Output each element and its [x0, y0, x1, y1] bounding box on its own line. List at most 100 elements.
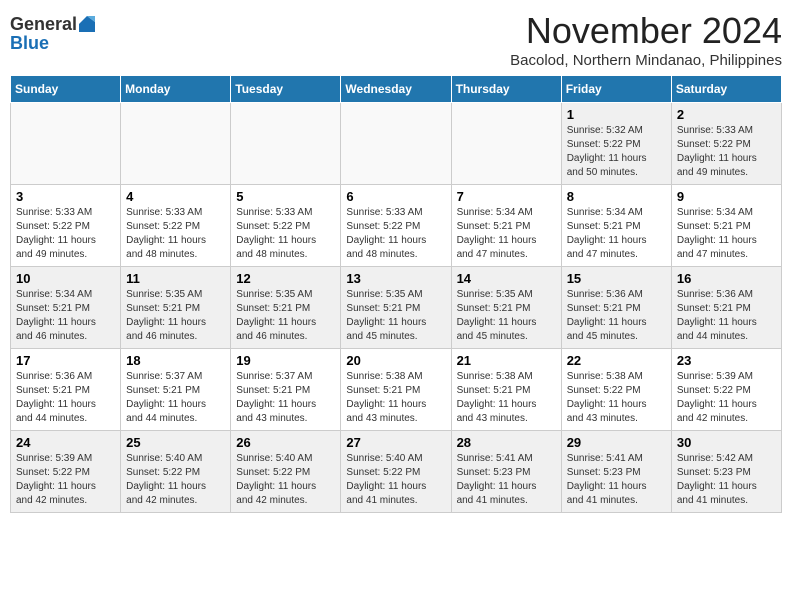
day-number: 3 [16, 189, 115, 204]
day-number: 26 [236, 435, 335, 450]
calendar-cell: 25Sunrise: 5:40 AM Sunset: 5:22 PM Dayli… [121, 431, 231, 513]
title-block: November 2024 Bacolod, Northern Mindanao… [510, 10, 782, 69]
calendar-cell: 19 Sunrise: 5:37 AM Sunset: 5:21 PM Dayli… [231, 349, 341, 431]
calendar-cell: 3 Sunrise: 5:33 AM Sunset: 5:22 PM Daylig… [11, 185, 121, 267]
day-info: Sunrise: 5:36 AM Sunset: 5:21 PM Dayligh… [677, 288, 776, 344]
day-info: Sunrise: 5:35 AM Sunset: 5:21 PM Dayligh… [346, 288, 445, 344]
day-info: Sunrise: 5:34 AM Sunset: 5:21 PM Dayligh… [677, 206, 776, 262]
day-info: Sunrise: 5:37 AM Sunset: 5:21 PM Dayligh… [126, 370, 225, 426]
day-number: 18 [126, 353, 225, 368]
calendar-cell: 7 Sunrise: 5:34 AM Sunset: 5:21 PM Daylig… [451, 185, 561, 267]
day-info: Sunrise: 5:39 AM Sunset: 5:22 PM Dayligh… [677, 370, 776, 426]
day-info: Sunrise: 5:33 AM Sunset: 5:22 PM Dayligh… [236, 206, 335, 262]
calendar-cell: 28Sunrise: 5:41 AM Sunset: 5:23 PM Dayli… [451, 431, 561, 513]
location-subtitle: Bacolod, Northern Mindanao, Philippines [510, 52, 782, 69]
day-number: 21 [457, 353, 556, 368]
calendar-cell: 16Sunrise: 5:36 AM Sunset: 5:21 PM Dayli… [671, 267, 781, 349]
calendar-week-2: 3 Sunrise: 5:33 AM Sunset: 5:22 PM Daylig… [11, 185, 782, 267]
day-info: Sunrise: 5:35 AM Sunset: 5:21 PM Dayligh… [236, 288, 335, 344]
day-number: 5 [236, 189, 335, 204]
header-day-thursday: Thursday [451, 76, 561, 103]
day-info: Sunrise: 5:38 AM Sunset: 5:22 PM Dayligh… [567, 370, 666, 426]
day-number: 20 [346, 353, 445, 368]
calendar-cell: 23 Sunrise: 5:39 AM Sunset: 5:22 PM Dayli… [671, 349, 781, 431]
day-info: Sunrise: 5:40 AM Sunset: 5:22 PM Dayligh… [236, 452, 335, 508]
day-info: Sunrise: 5:35 AM Sunset: 5:21 PM Dayligh… [457, 288, 556, 344]
logo-general-text: General [10, 15, 77, 33]
calendar-cell: 12 Sunrise: 5:35 AM Sunset: 5:21 PM Dayli… [231, 267, 341, 349]
calendar-body: 1Sunrise: 5:32 AM Sunset: 5:22 PM Daylig… [11, 103, 782, 513]
calendar-cell: 13 Sunrise: 5:35 AM Sunset: 5:21 PM Dayli… [341, 267, 451, 349]
header-row: SundayMondayTuesdayWednesdayThursdayFrid… [11, 76, 782, 103]
day-number: 19 [236, 353, 335, 368]
day-number: 28 [457, 435, 556, 450]
calendar-cell: 17Sunrise: 5:36 AM Sunset: 5:21 PM Dayli… [11, 349, 121, 431]
calendar-cell: 26 Sunrise: 5:40 AM Sunset: 5:22 PM Dayli… [231, 431, 341, 513]
day-info: Sunrise: 5:34 AM Sunset: 5:21 PM Dayligh… [567, 206, 666, 262]
day-info: Sunrise: 5:33 AM Sunset: 5:22 PM Dayligh… [126, 206, 225, 262]
day-number: 17 [16, 353, 115, 368]
calendar-cell [451, 103, 561, 185]
calendar-cell [341, 103, 451, 185]
calendar-cell: 2 Sunrise: 5:33 AM Sunset: 5:22 PM Daylig… [671, 103, 781, 185]
calendar-cell [11, 103, 121, 185]
day-number: 8 [567, 189, 666, 204]
calendar-cell [231, 103, 341, 185]
calendar-week-3: 10 Sunrise: 5:34 AM Sunset: 5:21 PM Dayli… [11, 267, 782, 349]
calendar-cell: 15Sunrise: 5:36 AM Sunset: 5:21 PM Dayli… [561, 267, 671, 349]
day-number: 22 [567, 353, 666, 368]
logo-icon [77, 14, 97, 34]
day-number: 4 [126, 189, 225, 204]
day-number: 9 [677, 189, 776, 204]
month-title: November 2024 [510, 10, 782, 52]
header-day-saturday: Saturday [671, 76, 781, 103]
calendar-cell: 8 Sunrise: 5:34 AM Sunset: 5:21 PM Daylig… [561, 185, 671, 267]
day-info: Sunrise: 5:34 AM Sunset: 5:21 PM Dayligh… [457, 206, 556, 262]
calendar-cell: 18 Sunrise: 5:37 AM Sunset: 5:21 PM Dayli… [121, 349, 231, 431]
calendar-table: SundayMondayTuesdayWednesdayThursdayFrid… [10, 75, 782, 513]
day-number: 14 [457, 271, 556, 286]
day-number: 7 [457, 189, 556, 204]
header-day-wednesday: Wednesday [341, 76, 451, 103]
day-number: 6 [346, 189, 445, 204]
logo-blue-text: Blue [10, 34, 49, 52]
calendar-header: SundayMondayTuesdayWednesdayThursdayFrid… [11, 76, 782, 103]
day-number: 23 [677, 353, 776, 368]
calendar-cell: 24Sunrise: 5:39 AM Sunset: 5:22 PM Dayli… [11, 431, 121, 513]
day-info: Sunrise: 5:38 AM Sunset: 5:21 PM Dayligh… [457, 370, 556, 426]
calendar-cell: 11Sunrise: 5:35 AM Sunset: 5:21 PM Dayli… [121, 267, 231, 349]
day-info: Sunrise: 5:38 AM Sunset: 5:21 PM Dayligh… [346, 370, 445, 426]
day-number: 12 [236, 271, 335, 286]
day-number: 13 [346, 271, 445, 286]
day-info: Sunrise: 5:35 AM Sunset: 5:21 PM Dayligh… [126, 288, 225, 344]
calendar-cell: 27Sunrise: 5:40 AM Sunset: 5:22 PM Dayli… [341, 431, 451, 513]
calendar-cell: 6Sunrise: 5:33 AM Sunset: 5:22 PM Daylig… [341, 185, 451, 267]
day-info: Sunrise: 5:33 AM Sunset: 5:22 PM Dayligh… [677, 124, 776, 180]
day-number: 29 [567, 435, 666, 450]
calendar-cell: 29 Sunrise: 5:41 AM Sunset: 5:23 PM Dayli… [561, 431, 671, 513]
calendar-cell [121, 103, 231, 185]
header-day-sunday: Sunday [11, 76, 121, 103]
day-number: 10 [16, 271, 115, 286]
calendar-cell: 20 Sunrise: 5:38 AM Sunset: 5:21 PM Dayli… [341, 349, 451, 431]
calendar-cell: 1Sunrise: 5:32 AM Sunset: 5:22 PM Daylig… [561, 103, 671, 185]
day-info: Sunrise: 5:34 AM Sunset: 5:21 PM Dayligh… [16, 288, 115, 344]
calendar-cell: 14 Sunrise: 5:35 AM Sunset: 5:21 PM Dayli… [451, 267, 561, 349]
calendar-cell: 30Sunrise: 5:42 AM Sunset: 5:23 PM Dayli… [671, 431, 781, 513]
calendar-week-1: 1Sunrise: 5:32 AM Sunset: 5:22 PM Daylig… [11, 103, 782, 185]
day-info: Sunrise: 5:40 AM Sunset: 5:22 PM Dayligh… [126, 452, 225, 508]
day-number: 24 [16, 435, 115, 450]
day-info: Sunrise: 5:41 AM Sunset: 5:23 PM Dayligh… [567, 452, 666, 508]
calendar-cell: 22 Sunrise: 5:38 AM Sunset: 5:22 PM Dayli… [561, 349, 671, 431]
header-day-monday: Monday [121, 76, 231, 103]
calendar-week-4: 17Sunrise: 5:36 AM Sunset: 5:21 PM Dayli… [11, 349, 782, 431]
calendar-week-5: 24Sunrise: 5:39 AM Sunset: 5:22 PM Dayli… [11, 431, 782, 513]
header-day-tuesday: Tuesday [231, 76, 341, 103]
day-number: 2 [677, 107, 776, 122]
day-info: Sunrise: 5:37 AM Sunset: 5:21 PM Dayligh… [236, 370, 335, 426]
day-number: 27 [346, 435, 445, 450]
logo: General Blue [10, 14, 97, 52]
day-info: Sunrise: 5:33 AM Sunset: 5:22 PM Dayligh… [16, 206, 115, 262]
calendar-cell: 9 Sunrise: 5:34 AM Sunset: 5:21 PM Daylig… [671, 185, 781, 267]
page-header: General Blue November 2024 Bacolod, Nort… [10, 10, 782, 69]
